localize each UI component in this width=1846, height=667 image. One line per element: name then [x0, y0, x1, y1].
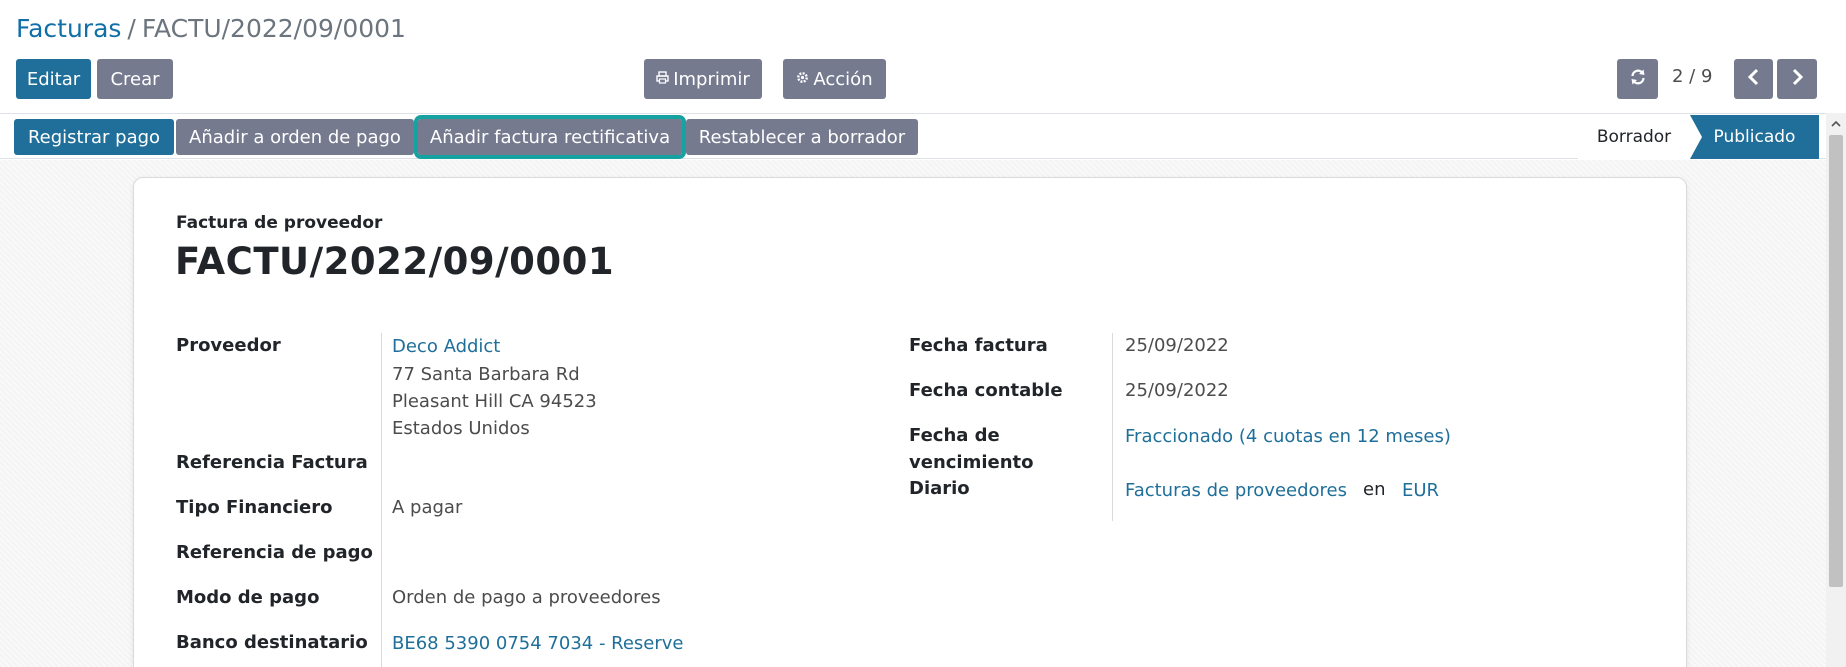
stage-posted: Publicado: [1690, 115, 1819, 159]
payment-mode-label: Modo de pago: [176, 587, 320, 608]
document-number: FACTU/2022/09/0001: [175, 240, 615, 283]
create-button-label: Crear: [110, 68, 160, 90]
accounting-date-value: 25/09/2022: [1125, 380, 1229, 401]
print-button[interactable]: Imprimir: [644, 59, 762, 99]
financial-type-label: Tipo Financiero: [176, 497, 333, 518]
stage-posted-label: Publicado: [1713, 127, 1796, 147]
create-button[interactable]: Crear: [97, 59, 173, 99]
breadcrumb-separator: /: [127, 14, 136, 43]
left-column-divider: [381, 333, 382, 667]
edit-button-label: Editar: [26, 68, 81, 90]
invoice-date-label: Fecha factura: [909, 335, 1048, 356]
scrollbar-thumb[interactable]: [1829, 135, 1843, 587]
stage-draft: Borrador: [1578, 115, 1690, 159]
journal-in-text: en: [1363, 479, 1386, 500]
action-button[interactable]: Acción: [783, 59, 886, 99]
document-type: Factura de proveedor: [176, 213, 383, 233]
reload-button[interactable]: [1617, 59, 1658, 99]
journal-link[interactable]: Facturas de proveedores: [1125, 480, 1347, 501]
right-column-divider: [1112, 333, 1113, 521]
partner-link[interactable]: Deco Addict: [392, 336, 500, 357]
payment-reference-label: Referencia de pago: [176, 542, 373, 563]
add-to-payment-order-button[interactable]: Añadir a orden de pago: [176, 119, 414, 155]
payment-terms-link[interactable]: Fraccionado (4 cuotas en 12 meses): [1125, 426, 1451, 447]
due-date-label: vencimiento: [909, 452, 1034, 473]
control-panel: Facturas / FACTU/2022/09/0001 Editar Crear…: [0, 0, 1846, 113]
breadcrumb: Facturas / FACTU/2022/09/0001: [16, 13, 406, 45]
statusbar: Registrar pago Añadir a orden de pago Añ…: [0, 113, 1826, 159]
invoice-reference-label: Referencia Factura: [176, 452, 368, 473]
partner-address-line: 77 Santa Barbara Rd: [392, 364, 580, 385]
add-credit-note-button[interactable]: Añadir factura rectificativa: [414, 115, 686, 159]
edit-button[interactable]: Editar: [16, 59, 91, 99]
chevron-right-icon: [1790, 68, 1804, 91]
invoice-date-value: 25/09/2022: [1125, 335, 1229, 356]
print-button-label: Imprimir: [673, 68, 750, 90]
pager-previous-button[interactable]: [1734, 59, 1773, 99]
reset-to-draft-button[interactable]: Restablecer a borrador: [686, 119, 918, 155]
register-payment-button[interactable]: Registrar pago: [14, 119, 174, 155]
refresh-icon: [1629, 68, 1647, 91]
bank-account-link[interactable]: BE68 5390 0754 7034 - Reserve: [392, 633, 684, 654]
action-button-label: Acción: [813, 68, 873, 90]
bank-account-label: Banco destinatario: [176, 632, 368, 653]
breadcrumb-current: FACTU/2022/09/0001: [141, 14, 406, 43]
pager-next-button[interactable]: [1777, 59, 1817, 99]
scroll-up-icon[interactable]: [1826, 113, 1846, 133]
accounting-date-label: Fecha contable: [909, 380, 1063, 401]
journal-label: Diario: [909, 478, 970, 499]
partner-address-line: Pleasant Hill CA 94523: [392, 391, 597, 412]
due-date-label: Fecha de: [909, 425, 1000, 446]
breadcrumb-facturas-link[interactable]: Facturas: [16, 14, 121, 43]
partner-label: Proveedor: [176, 335, 281, 356]
print-icon: [656, 70, 669, 88]
financial-type-value: A pagar: [392, 497, 463, 518]
gear-icon: [796, 71, 809, 88]
currency-link[interactable]: EUR: [1402, 480, 1439, 501]
pager-value[interactable]: 2 / 9: [1672, 66, 1712, 87]
payment-mode-value: Orden de pago a proveedores: [392, 587, 661, 608]
chevron-left-icon: [1747, 68, 1761, 91]
partner-address-line: Estados Unidos: [392, 418, 530, 439]
